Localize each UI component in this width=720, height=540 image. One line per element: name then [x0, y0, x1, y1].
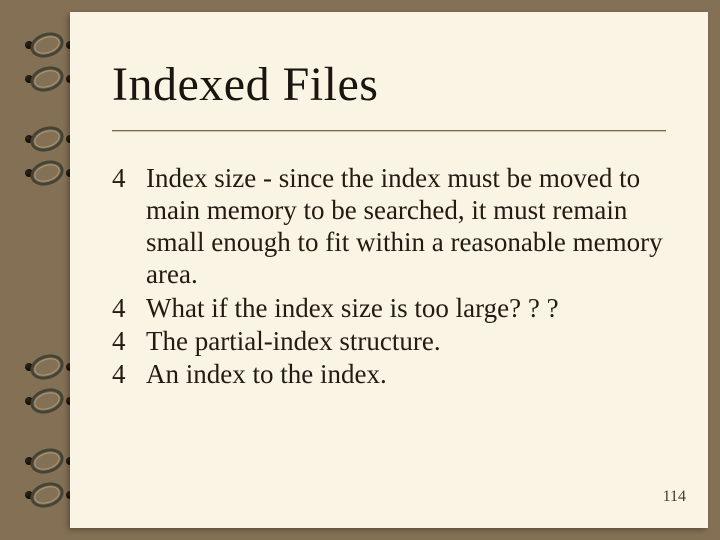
bullet-item: 4 The partial-index structure. — [112, 325, 682, 357]
slide-title: Indexed Files — [112, 57, 378, 112]
bullet-item: 4 What if the index size is too large? ?… — [112, 292, 682, 324]
bullet-text: An index to the index. — [146, 359, 387, 389]
bullet-glyph: 4 — [112, 162, 126, 194]
bullet-glyph: 4 — [112, 358, 126, 390]
bullet-text: Index size - since the index must be mov… — [146, 163, 663, 289]
page-number: 114 — [663, 488, 686, 506]
bullet-text: The partial-index structure. — [146, 326, 441, 356]
title-underline — [112, 130, 666, 132]
bullet-item: 4 An index to the index. — [112, 358, 682, 390]
slide: Indexed Files 4 Index size - since the i… — [70, 12, 708, 528]
bullet-glyph: 4 — [112, 325, 126, 357]
bullet-text: What if the index size is too large? ? ? — [146, 293, 559, 323]
spiral-binding — [26, 12, 70, 528]
slide-body: 4 Index size - since the index must be m… — [112, 162, 682, 391]
bullet-item: 4 Index size - since the index must be m… — [112, 162, 682, 291]
bullet-glyph: 4 — [112, 292, 126, 324]
